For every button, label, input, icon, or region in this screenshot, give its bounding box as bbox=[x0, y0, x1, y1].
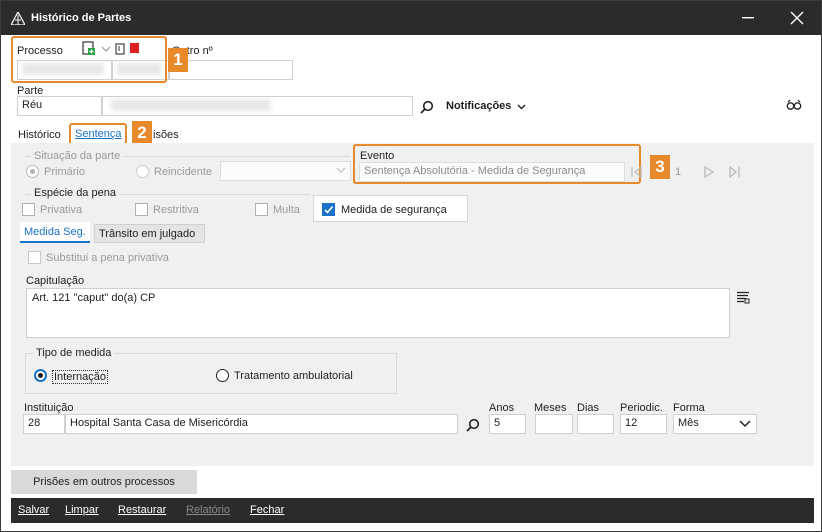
reincidente-select[interactable] bbox=[220, 161, 351, 181]
anos-label: Anos bbox=[489, 402, 515, 414]
meses-input[interactable] bbox=[535, 414, 573, 434]
forma-label: Forma bbox=[673, 402, 705, 414]
situacao-legend: Situação da parte bbox=[31, 150, 124, 162]
periodic-input[interactable]: 12 bbox=[620, 414, 667, 434]
reincidente-radio[interactable] bbox=[136, 165, 149, 178]
prisoes-outros-tab[interactable]: Prisões em outros processos bbox=[11, 470, 197, 494]
restaurar-button[interactable]: Restaurar bbox=[118, 504, 166, 516]
list-edit-icon[interactable] bbox=[736, 291, 750, 304]
notificacoes-button[interactable]: Notificações bbox=[446, 100, 511, 112]
tratamento-label: Tratamento ambulatorial bbox=[234, 370, 353, 382]
parte-nome-field[interactable] bbox=[102, 96, 413, 116]
restritiva-label: Restritiva bbox=[153, 204, 199, 216]
capitulacao-label: Capitulação bbox=[26, 275, 85, 287]
salvar-button[interactable]: Salvar bbox=[18, 504, 49, 516]
internacao-radio[interactable] bbox=[34, 369, 47, 382]
substitui-checkbox[interactable] bbox=[28, 251, 41, 264]
capitulacao-textarea[interactable]: Art. 121 "caput" do(a) CP bbox=[26, 288, 730, 338]
subtab-transito-label: Trânsito em julgado bbox=[99, 228, 196, 240]
evento-counter: 1 bbox=[675, 166, 682, 178]
chevron-down-icon[interactable] bbox=[336, 167, 346, 173]
subtab-medida-seg[interactable]: Medida Seg. bbox=[20, 222, 90, 242]
callout-box-2 bbox=[69, 123, 127, 145]
window-title: Histórico de Partes bbox=[31, 12, 132, 24]
search-icon[interactable] bbox=[466, 418, 480, 432]
glasses-icon[interactable] bbox=[786, 98, 802, 112]
callout-box-1 bbox=[11, 36, 167, 83]
primario-label: Primário bbox=[44, 166, 85, 178]
medida-seguranca-checkbox[interactable] bbox=[322, 203, 335, 216]
fechar-button[interactable]: Fechar bbox=[250, 504, 284, 516]
evento-field[interactable]: Sentença Absolutória - Medida de Seguran… bbox=[359, 162, 625, 182]
footer-toolbar: Salvar Limpar Restaurar Relatório Fechar bbox=[11, 498, 814, 523]
first-page-icon[interactable] bbox=[631, 166, 643, 178]
limpar-button[interactable]: Limpar bbox=[65, 504, 99, 516]
search-icon[interactable] bbox=[420, 100, 434, 114]
title-bar: Histórico de Partes bbox=[1, 1, 821, 35]
instituicao-name-field[interactable]: Hospital Santa Casa de Misericórdia bbox=[65, 414, 458, 434]
subtab-active-indicator bbox=[20, 241, 90, 243]
instituicao-code-field[interactable]: 28 bbox=[23, 414, 65, 434]
anos-input[interactable]: 5 bbox=[489, 414, 526, 434]
dias-input[interactable] bbox=[577, 414, 614, 434]
chevron-down-icon[interactable] bbox=[739, 420, 751, 428]
instituicao-label: Instituição bbox=[24, 402, 74, 414]
next-icon[interactable] bbox=[704, 166, 714, 178]
especie-legend: Espécie da pena bbox=[31, 187, 119, 199]
privativa-label: Privativa bbox=[40, 204, 83, 216]
callout-number-1: 1 bbox=[168, 48, 188, 72]
minimize-icon[interactable] bbox=[742, 17, 754, 19]
close-icon[interactable] bbox=[790, 11, 804, 25]
subtab-medida-seg-label: Medida Seg. bbox=[24, 226, 86, 238]
restritiva-checkbox[interactable] bbox=[135, 203, 148, 216]
dias-label: Dias bbox=[577, 402, 600, 414]
multa-checkbox[interactable] bbox=[255, 203, 268, 216]
checkmark-icon bbox=[324, 205, 334, 214]
tab-historico[interactable]: Histórico bbox=[18, 129, 61, 141]
privativa-checkbox[interactable] bbox=[22, 203, 35, 216]
reincidente-label: Reincidente bbox=[154, 166, 213, 178]
last-page-icon[interactable] bbox=[728, 166, 740, 178]
callout-number-3: 3 bbox=[650, 155, 670, 179]
tipo-medida-legend: Tipo de medida bbox=[33, 347, 115, 359]
callout-number-2: 2 bbox=[132, 121, 152, 145]
parte-tipo-field[interactable]: Réu bbox=[17, 96, 102, 116]
tratamento-radio[interactable] bbox=[216, 369, 229, 382]
primario-radio[interactable] bbox=[26, 165, 39, 178]
substitui-label: Substitui a pena privativa bbox=[46, 252, 169, 264]
multa-label: Multa bbox=[273, 204, 300, 216]
app-logo-icon bbox=[11, 12, 25, 25]
internacao-label: Internação bbox=[52, 370, 108, 384]
tab-prisoes[interactable]: isões bbox=[153, 129, 179, 141]
chevron-down-icon[interactable] bbox=[517, 104, 526, 110]
periodic-label: Periodic. bbox=[620, 402, 663, 414]
evento-label: Evento bbox=[360, 150, 395, 162]
subtab-transito[interactable]: Trânsito em julgado bbox=[94, 224, 205, 243]
meses-label: Meses bbox=[534, 402, 567, 414]
medida-seguranca-label: Medida de segurança bbox=[341, 204, 447, 216]
relatorio-button[interactable]: Relatório bbox=[186, 504, 230, 516]
